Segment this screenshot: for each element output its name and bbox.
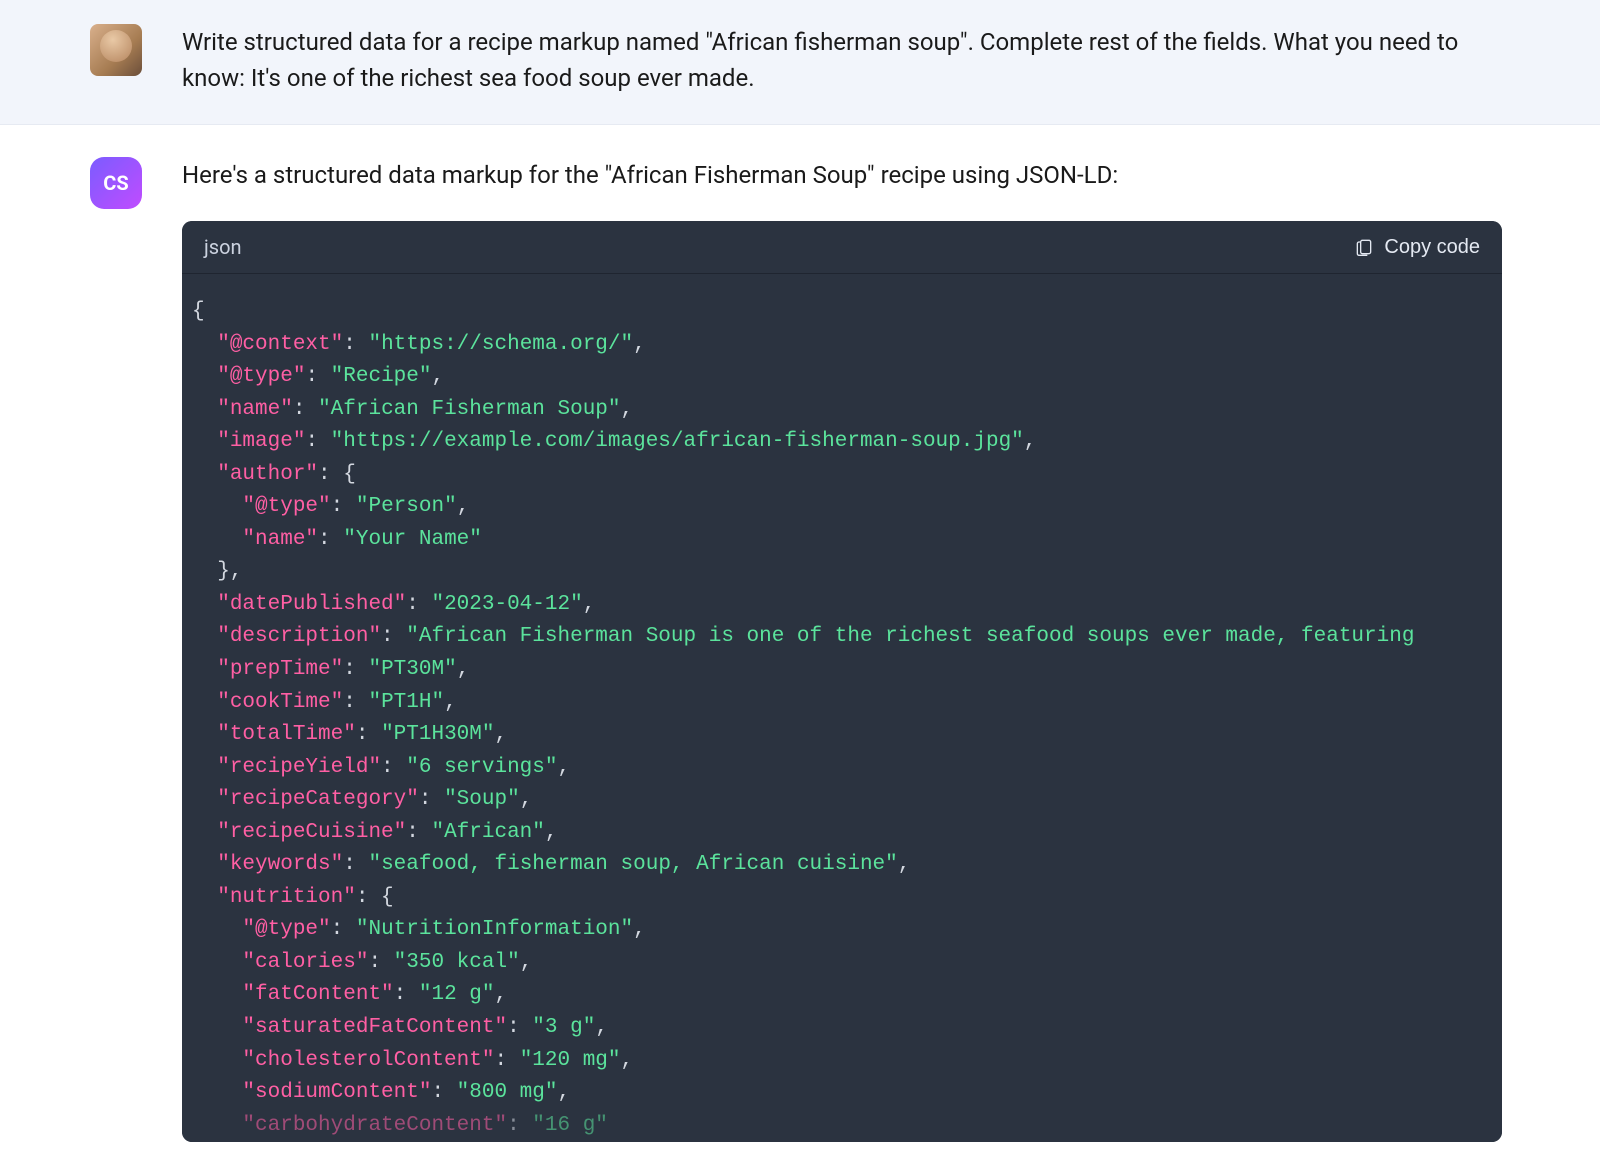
assistant-message-row: CS Here's a structured data markup for t… [0, 125, 1600, 1142]
copy-code-button[interactable]: Copy code [1354, 236, 1480, 259]
code-block: json Copy code { "@context": "https://sc… [182, 221, 1502, 1142]
clipboard-icon [1354, 237, 1374, 257]
copy-code-label: Copy code [1384, 236, 1480, 259]
assistant-body: Here's a structured data markup for the … [182, 157, 1502, 1142]
code-body[interactable]: { "@context": "https://schema.org/", "@t… [182, 274, 1502, 1142]
code-language-label: json [204, 235, 242, 259]
assistant-avatar-label: CS [103, 171, 128, 195]
user-message-text: Write structured data for a recipe marku… [182, 24, 1502, 96]
assistant-avatar: CS [90, 157, 142, 209]
assistant-intro-text: Here's a structured data markup for the … [182, 157, 1502, 193]
code-content: { "@context": "https://schema.org/", "@t… [192, 296, 1492, 1142]
user-message-row: Write structured data for a recipe marku… [0, 0, 1600, 125]
user-avatar [90, 24, 142, 76]
code-header: json Copy code [182, 221, 1502, 274]
